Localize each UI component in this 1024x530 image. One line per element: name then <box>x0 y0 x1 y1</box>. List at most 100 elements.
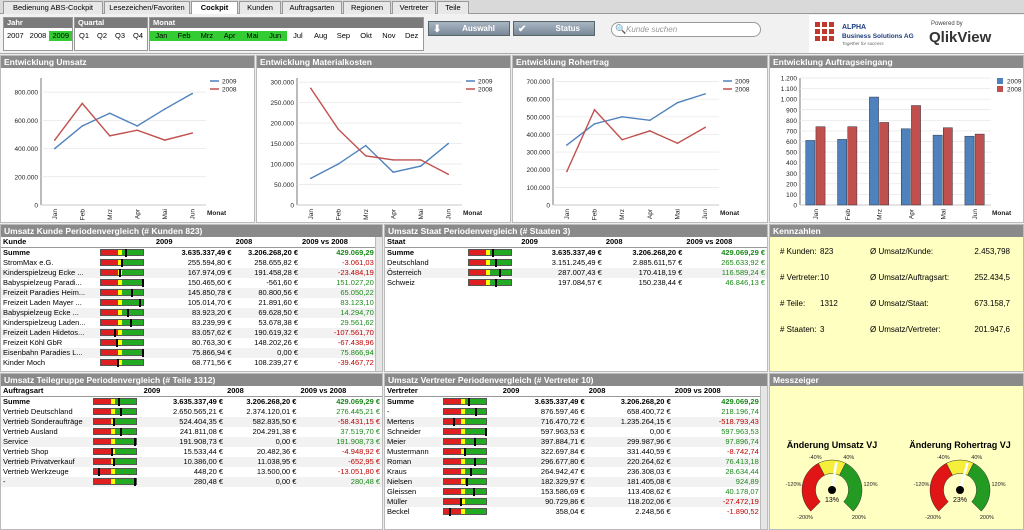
tab-vertreter[interactable]: Vertreter <box>392 1 436 14</box>
bar-2009[interactable] <box>869 96 879 206</box>
tab-kunden[interactable]: Kunden <box>239 1 281 14</box>
vertreter-scrollbar[interactable] <box>760 386 767 529</box>
table-row[interactable]: Mustermann 322.697,84 € 331.440,59 € -8.742… <box>385 447 767 457</box>
tab-cockpit[interactable]: Cockpit <box>191 1 238 15</box>
data-point[interactable] <box>309 87 312 90</box>
bar-2008[interactable] <box>943 127 953 206</box>
data-point[interactable] <box>649 130 651 132</box>
column-header[interactable]: 2008 <box>225 386 299 397</box>
data-point[interactable] <box>53 147 56 150</box>
column-header[interactable]: 2009 vs 2008 <box>672 386 767 397</box>
table-row[interactable]: Mertens 716.470,72 €1.235.264,15 € -518.79… <box>385 416 767 427</box>
column-header[interactable] <box>465 237 520 248</box>
column-header[interactable] <box>90 386 142 397</box>
staaten-table[interactable]: Staat 2009 2008 2009 vs 2008 Summe 3.635.337,… <box>385 237 767 288</box>
bar-2009[interactable] <box>837 139 847 206</box>
table-row[interactable]: StromMax e.G. 255.594,80 € 258.655,82 € -3.… <box>1 258 382 268</box>
table-row[interactable]: Freizeit Paradies Heim... 145.850,78 €80.… <box>1 287 382 298</box>
data-point[interactable] <box>676 101 679 104</box>
data-point[interactable] <box>136 129 139 132</box>
gauge-rohertrag[interactable]: -40% 40% -120% 120% -200% 200% 23% <box>914 455 1006 521</box>
data-point[interactable] <box>364 144 367 147</box>
data-point[interactable] <box>593 123 596 125</box>
rohertrag-chart[interactable]: 0 100.000 200.000 300.000 400.000 500.000 600.… <box>513 68 767 223</box>
tab-teile[interactable]: Teile <box>437 1 469 14</box>
table-row[interactable]: - 280,48 €0,00 €280,48 € <box>1 476 382 487</box>
monat-apr[interactable]: Apr <box>218 31 241 41</box>
quartal-q1[interactable]: Q1 <box>75 31 93 41</box>
data-point[interactable] <box>704 93 706 95</box>
quartal-q2[interactable]: Q2 <box>93 31 111 41</box>
column-header[interactable]: Auftragsart <box>1 386 91 397</box>
column-header[interactable] <box>441 386 501 397</box>
table-row[interactable]: Vertrieb Sonderaufträge 524.404,35 €582.8… <box>1 416 382 427</box>
quartal-q3[interactable]: Q3 <box>111 31 129 41</box>
data-point[interactable] <box>81 125 84 127</box>
table-row[interactable]: Beckel 358,04 € 2.248,56 € -1.890,52 € <box>385 507 767 517</box>
data-point[interactable] <box>81 102 84 105</box>
monat-mai[interactable]: Mai <box>241 31 264 41</box>
auswahl-button[interactable]: ⬇ Auswahl <box>428 21 510 36</box>
bar-2009[interactable] <box>964 135 975 206</box>
table-row[interactable]: Nielsen 182.329,97 €181.405,08 €924,89 € <box>385 476 767 487</box>
column-header[interactable]: 2009 <box>500 386 587 397</box>
series-line-2009[interactable] <box>54 92 193 150</box>
monat-mrz[interactable]: Mrz <box>195 31 219 41</box>
bar-2008[interactable] <box>879 122 890 206</box>
monat-jan[interactable]: Jan <box>150 31 173 41</box>
teile-table[interactable]: Auftragsart 2009 2008 2009 vs 2008 Summe 3.63… <box>1 386 382 487</box>
data-point[interactable] <box>566 170 568 173</box>
table-row[interactable]: Vertrieb Werkzeuge 448,20 € 13.500,00 € -13… <box>1 467 382 477</box>
data-point[interactable] <box>108 112 111 115</box>
column-header[interactable]: 2009 vs 2008 <box>300 237 382 248</box>
column-header[interactable]: Staat <box>385 237 466 248</box>
data-point[interactable] <box>704 126 706 129</box>
column-header[interactable]: Kunde <box>1 237 99 248</box>
bar-2009[interactable] <box>805 140 816 206</box>
data-point[interactable] <box>593 108 596 111</box>
tab-auftragsarten[interactable]: Auftragsarten <box>282 1 342 14</box>
data-point[interactable] <box>337 128 340 131</box>
data-point[interactable] <box>392 171 395 174</box>
column-header[interactable]: 2008 <box>586 386 673 397</box>
series-line-2008[interactable] <box>54 102 193 141</box>
monat-nov[interactable]: Nov <box>378 31 401 41</box>
table-row[interactable]: Kinderspielzeug Laden... 83.239,99 € 53.67… <box>1 318 382 328</box>
data-point[interactable] <box>191 92 194 95</box>
table-row[interactable]: Service 191.908,73 €0,00 €191.908,73 € <box>1 436 382 447</box>
column-header[interactable]: 2009 vs 2008 <box>298 386 382 397</box>
tab-lesezeichen[interactable]: Lesezeichen/Favoriten <box>104 1 190 14</box>
bar-2008[interactable] <box>847 126 858 206</box>
status-button[interactable]: ✔ Status <box>513 21 595 36</box>
bar-2009[interactable] <box>900 128 911 206</box>
column-header[interactable]: 2009 <box>141 386 226 397</box>
data-point[interactable] <box>108 135 111 137</box>
column-header[interactable]: 2008 <box>233 237 301 248</box>
table-row[interactable]: Kinderspielzeug Ecke ... 167.974,09 €191.… <box>1 267 382 278</box>
data-point[interactable] <box>566 144 568 146</box>
data-point[interactable] <box>337 163 340 165</box>
quartal-q4[interactable]: Q4 <box>129 31 147 41</box>
table-row[interactable]: Freizeit Laden Hidetos... 83.057,62 €190.… <box>1 327 382 338</box>
data-point[interactable] <box>419 159 422 161</box>
data-point[interactable] <box>621 138 623 141</box>
umsatz-chart[interactable]: 0 200.000 400.000 600.000 800.000 Jan Feb Mrz Ap… <box>1 68 254 223</box>
data-point[interactable] <box>621 116 623 118</box>
table-row[interactable]: Vertrieb Privatverkauf 10.386,00 €11.038,… <box>1 456 382 467</box>
table-row[interactable]: Eisenbahn Paradies L... 75.866,94 €0,00 €… <box>1 347 382 358</box>
data-point[interactable] <box>163 139 166 141</box>
data-point[interactable] <box>392 159 395 161</box>
series-line-2008[interactable] <box>310 87 449 175</box>
column-header[interactable]: 2009 <box>153 237 234 248</box>
material-chart[interactable]: 0 50.000 100.000 150.000 200.000 250.000 300.0… <box>257 68 510 223</box>
table-row[interactable]: Freizeit Köhl GbR 80.763,30 € 148.202,26 €… <box>1 338 382 348</box>
table-row[interactable]: Deutschland 3.151.245,49 € 2.885.611,57 € 2… <box>385 258 767 268</box>
gauge-umsatz[interactable]: -40% 40% -120% 120% -200% 200% 13% <box>786 455 878 521</box>
data-point[interactable] <box>136 125 139 127</box>
data-point[interactable] <box>191 132 194 134</box>
table-row[interactable]: Freizeit Laden Mayer ... 105.014,70 € 21.8… <box>1 298 382 308</box>
data-point[interactable] <box>676 142 679 145</box>
bar-2008[interactable] <box>815 126 826 206</box>
table-row[interactable]: Österreich 287.007,43 €170.418,19 €116.58… <box>385 267 767 278</box>
kunden-scrollbar[interactable] <box>375 237 382 371</box>
